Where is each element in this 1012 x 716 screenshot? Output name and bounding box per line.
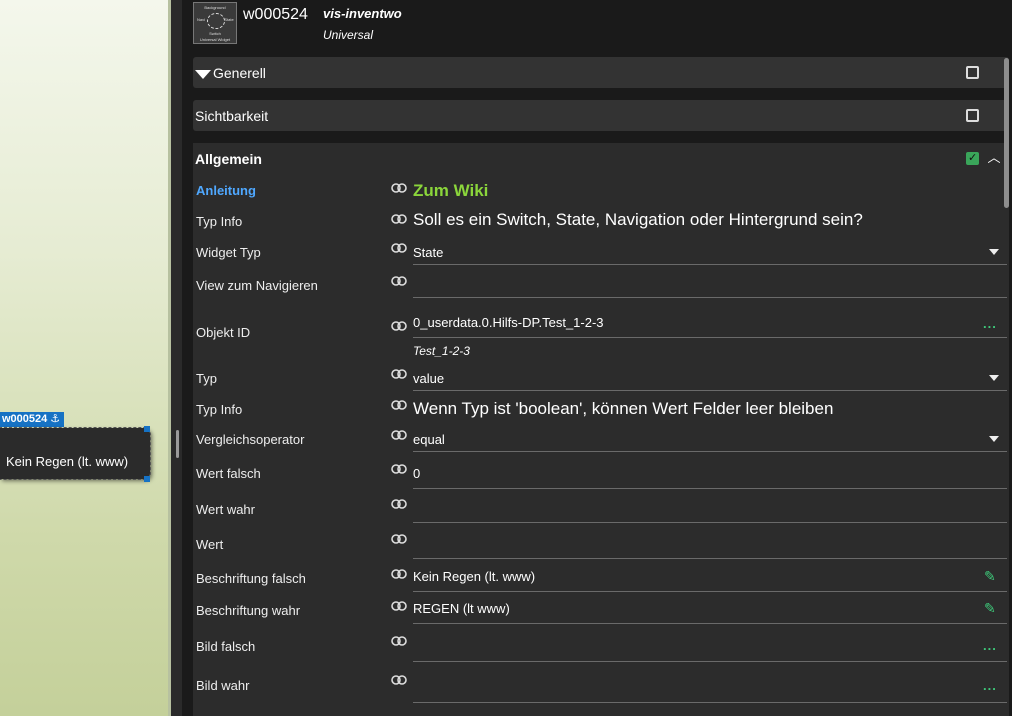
field-label: Beschriftung falsch bbox=[196, 571, 306, 586]
comparison-operator-select[interactable]: equal bbox=[413, 432, 445, 447]
filter-icon bbox=[195, 70, 211, 79]
wiki-link[interactable]: Zum Wiki bbox=[413, 181, 488, 201]
link-icon[interactable] bbox=[391, 214, 407, 224]
link-icon[interactable] bbox=[391, 183, 407, 193]
field-label: Vergleichsoperator bbox=[196, 432, 305, 447]
field-label: Typ Info bbox=[196, 402, 243, 417]
field-label: View zum Navigieren bbox=[196, 278, 318, 293]
field-underline bbox=[413, 297, 1007, 298]
chevron-up-icon[interactable]: ︿ bbox=[987, 151, 1001, 165]
link-icon[interactable] bbox=[391, 534, 407, 544]
type-info-text: Soll es ein Switch, State, Navigation od… bbox=[413, 210, 863, 229]
dropdown-arrow-icon[interactable] bbox=[989, 249, 999, 255]
group-sichtbarkeit-title: Sichtbarkeit bbox=[195, 108, 269, 124]
group-generell[interactable]: Generell bbox=[193, 57, 1009, 88]
widget-set-name: vis-inventwo bbox=[323, 6, 402, 21]
link-icon[interactable] bbox=[391, 276, 407, 286]
field-underline bbox=[413, 558, 1007, 559]
type-info-text: Wenn Typ ist 'boolean', können Wert Feld… bbox=[413, 399, 834, 418]
field-underline bbox=[413, 702, 1007, 703]
field-underline bbox=[413, 390, 1007, 391]
group-generell-title: Generell bbox=[195, 65, 266, 81]
pencil-icon[interactable]: ✎ bbox=[984, 568, 996, 585]
field-underline bbox=[413, 451, 1007, 452]
editor-canvas[interactable] bbox=[0, 0, 168, 716]
link-icon[interactable] bbox=[391, 321, 407, 331]
object-id-name: Test_1-2-3 bbox=[413, 344, 470, 358]
link-icon[interactable] bbox=[391, 601, 407, 611]
widget-type-select[interactable]: State bbox=[413, 245, 443, 260]
panel-splitter-handle[interactable] bbox=[176, 430, 179, 458]
group-allgemein-title[interactable]: Allgemein bbox=[195, 151, 262, 167]
field-label: Beschriftung wahr bbox=[196, 603, 301, 618]
dropdown-arrow-icon[interactable] bbox=[989, 436, 999, 442]
group-allgemein: Allgemein ︿ Anleitung Zum Wiki Typ Info … bbox=[193, 143, 1009, 716]
field-label: Widget Typ bbox=[196, 245, 261, 260]
link-icon[interactable] bbox=[391, 569, 407, 579]
field-underline bbox=[413, 264, 1007, 265]
link-icon[interactable] bbox=[391, 675, 407, 685]
link-icon[interactable] bbox=[391, 499, 407, 509]
thumbnail-caption: Universal Widget bbox=[199, 37, 231, 42]
widget-id: w000524 bbox=[243, 6, 308, 23]
selected-widget[interactable]: Kein Regen (lt. www) bbox=[0, 427, 151, 480]
link-icon[interactable] bbox=[391, 369, 407, 379]
field-underline bbox=[413, 522, 1007, 523]
field-label: Typ bbox=[196, 371, 217, 386]
anchor-icon: ⚓ bbox=[50, 413, 61, 425]
widget-id-tag-text: w000524 bbox=[2, 413, 48, 425]
link-icon[interactable] bbox=[391, 400, 407, 410]
field-label: Wert wahr bbox=[196, 502, 255, 517]
field-label: Objekt ID bbox=[196, 325, 251, 340]
widget-header: Background Navi State Switch Universal W… bbox=[182, 0, 1012, 50]
field-label: Bild falsch bbox=[196, 639, 256, 654]
label-false-input[interactable]: Kein Regen (lt. www) bbox=[413, 569, 535, 584]
field-label: Wert bbox=[196, 537, 224, 552]
panel-gutter bbox=[171, 0, 182, 716]
field-label: Wert falsch bbox=[196, 466, 261, 481]
more-dots-icon[interactable]: ... bbox=[983, 638, 997, 653]
value-false-input[interactable]: 0 bbox=[413, 466, 420, 481]
type-select[interactable]: value bbox=[413, 371, 444, 386]
group-generell-checkbox[interactable] bbox=[966, 66, 979, 79]
field-underline bbox=[413, 661, 1007, 662]
widget-text: Kein Regen (lt. www) bbox=[6, 454, 129, 469]
panel-scrollbar[interactable] bbox=[1004, 58, 1009, 208]
group-allgemein-checkbox[interactable] bbox=[966, 151, 979, 165]
field-label: Bild wahr bbox=[196, 678, 250, 693]
link-icon[interactable] bbox=[391, 430, 407, 440]
group-sichtbarkeit-checkbox[interactable] bbox=[966, 109, 979, 122]
widget-thumbnail: Background Navi State Switch Universal W… bbox=[193, 2, 237, 44]
field-underline bbox=[413, 488, 1007, 489]
dropdown-arrow-icon[interactable] bbox=[989, 375, 999, 381]
resize-handle-top-right[interactable] bbox=[144, 426, 150, 432]
field-label: Anleitung bbox=[196, 183, 256, 198]
link-icon[interactable] bbox=[391, 243, 407, 253]
label-true-input[interactable]: REGEN (lt www) bbox=[413, 601, 510, 616]
widget-type-name: Universal bbox=[323, 28, 374, 42]
group-sichtbarkeit[interactable]: Sichtbarkeit bbox=[193, 100, 1009, 131]
object-id-input[interactable]: 0_userdata.0.Hilfs-DP.Test_1-2-3 bbox=[413, 315, 604, 330]
more-dots-icon[interactable]: ... bbox=[983, 678, 997, 693]
resize-handle-bottom-right[interactable] bbox=[144, 476, 150, 482]
field-underline bbox=[413, 337, 1007, 338]
properties-panel: Background Navi State Switch Universal W… bbox=[182, 0, 1012, 716]
more-dots-icon[interactable]: ... bbox=[983, 316, 997, 331]
link-icon[interactable] bbox=[391, 636, 407, 646]
field-underline bbox=[413, 623, 1007, 624]
link-icon[interactable] bbox=[391, 464, 407, 474]
group-generell-label: Generell bbox=[213, 65, 266, 81]
field-label: Typ Info bbox=[196, 214, 243, 229]
pencil-icon[interactable]: ✎ bbox=[984, 600, 996, 617]
widget-id-tag[interactable]: w000524 ⚓ bbox=[0, 412, 65, 427]
field-underline bbox=[413, 591, 1007, 592]
